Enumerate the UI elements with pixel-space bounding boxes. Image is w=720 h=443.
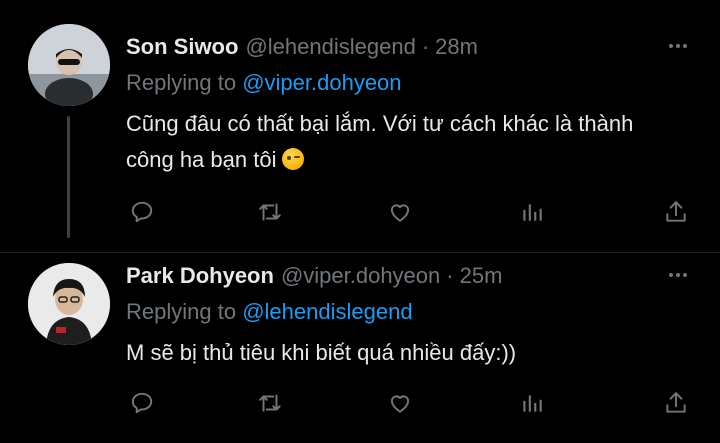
tweet-text: M sẽ bị thủ tiêu khi biết quá nhiều đấy:…	[126, 335, 686, 371]
like-icon[interactable]	[384, 387, 416, 419]
share-icon[interactable]	[660, 387, 692, 419]
author-handle[interactable]: @lehendislegend	[245, 34, 415, 59]
tweet[interactable]: Son Siwoo @lehendislegend · 28m Replying t…	[0, 0, 720, 252]
replying-to-handle[interactable]: @viper.dohyeon	[242, 70, 401, 95]
replying-to-label: Replying to	[126, 299, 237, 324]
tweet-header: Park Dohyeon @viper.dohyeon · 25m	[126, 261, 700, 291]
replying-to-label: Replying to	[126, 70, 237, 95]
retweet-icon[interactable]	[254, 196, 286, 228]
replying-to: Replying to @viper.dohyeon	[126, 68, 700, 98]
tweet-meta: @lehendislegend · 28m	[245, 32, 477, 62]
avatar-photo	[28, 263, 110, 345]
tweet-content: Park Dohyeon @viper.dohyeon · 25m Replying…	[126, 261, 700, 371]
analytics-icon[interactable]	[516, 196, 548, 228]
action-bar	[126, 387, 696, 419]
avatar-photo	[28, 24, 110, 106]
author-name[interactable]: Son Siwoo	[126, 32, 238, 62]
tweet-text: Cũng đâu có thất bại lắm. Với tư cách kh…	[126, 106, 686, 178]
more-icon[interactable]	[666, 263, 690, 287]
timestamp[interactable]: 25m	[460, 263, 503, 288]
more-icon[interactable]	[666, 34, 690, 58]
reply-icon[interactable]	[126, 196, 158, 228]
tweet-header: Son Siwoo @lehendislegend · 28m	[126, 32, 700, 62]
action-bar	[126, 196, 696, 228]
like-icon[interactable]	[384, 196, 416, 228]
retweet-icon[interactable]	[254, 387, 286, 419]
share-icon[interactable]	[660, 196, 692, 228]
author-handle[interactable]: @viper.dohyeon	[281, 263, 440, 288]
tweet-meta: @viper.dohyeon · 25m	[281, 261, 502, 291]
tweet-text-body: M sẽ bị thủ tiêu khi biết quá nhiều đấy:…	[126, 340, 517, 365]
tweet-content: Son Siwoo @lehendislegend · 28m Replying t…	[126, 32, 700, 178]
reply-icon[interactable]	[126, 387, 158, 419]
avatar[interactable]	[28, 24, 110, 106]
analytics-icon[interactable]	[516, 387, 548, 419]
timestamp[interactable]: 28m	[435, 34, 478, 59]
tweet-text-body: Cũng đâu có thất bại lắm. Với tư cách kh…	[126, 111, 634, 172]
separator: ·	[421, 34, 430, 59]
avatar[interactable]	[28, 263, 110, 345]
thread-line	[67, 116, 70, 238]
separator: ·	[446, 263, 454, 288]
tweet[interactable]: Park Dohyeon @viper.dohyeon · 25m Replying…	[0, 252, 720, 443]
replying-to: Replying to @lehendislegend	[126, 297, 700, 327]
author-name[interactable]: Park Dohyeon	[126, 261, 274, 291]
winking-face-emoji-icon	[282, 148, 305, 170]
replying-to-handle[interactable]: @lehendislegend	[242, 299, 412, 324]
